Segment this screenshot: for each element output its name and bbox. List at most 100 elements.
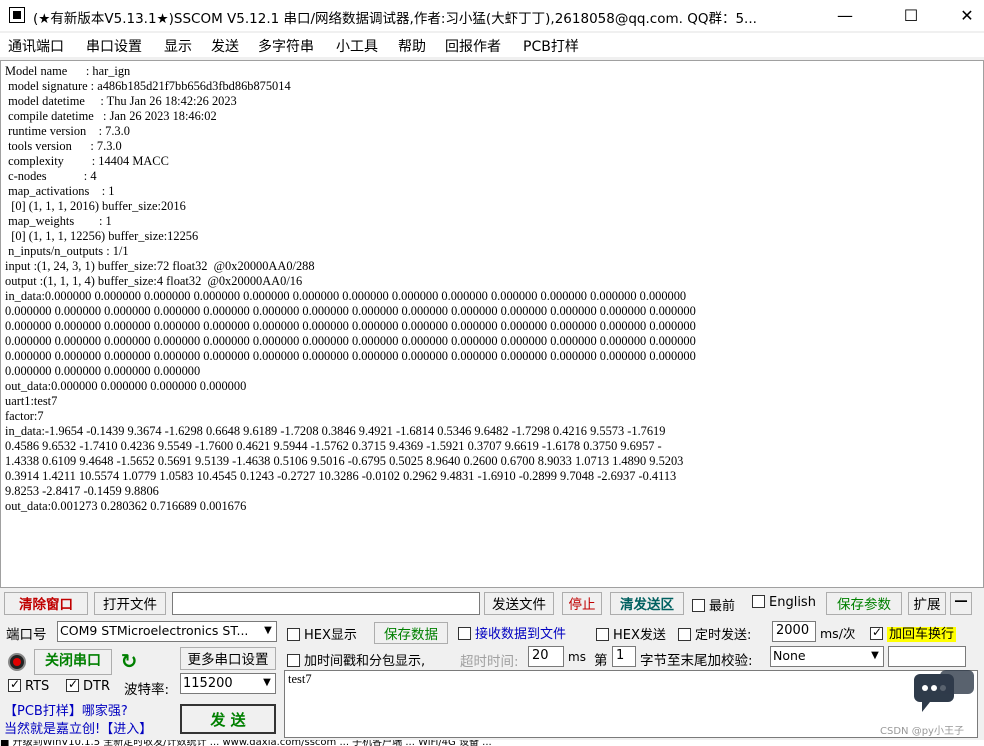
maximize-button[interactable]: ☐ (888, 0, 934, 31)
chat-bubble-icon (914, 670, 974, 712)
recv-to-file-label: 接收数据到文件 (475, 627, 567, 642)
clear-window-button[interactable]: 清除窗口 (4, 592, 88, 615)
timeout-input[interactable]: 20 (528, 646, 564, 667)
save-params-button[interactable]: 保存参数 (826, 592, 902, 615)
baud-select[interactable]: 115200 ▼ (180, 673, 276, 694)
interval-input[interactable]: 2000 (772, 621, 816, 642)
menu-send[interactable]: 发送 (211, 36, 239, 56)
recv-to-file-checkbox[interactable]: 接收数据到文件 (458, 623, 566, 645)
append-crlf-label: 加回车换行 (887, 627, 957, 642)
append-crlf-checkbox[interactable]: 加回车换行 (870, 623, 957, 645)
ad-line-1-text: 【PCB打样】哪家强? (4, 704, 128, 719)
checksum-value: None (773, 648, 806, 663)
baud-label: 波特率: (124, 682, 170, 698)
chevron-down-icon: ▼ (867, 647, 883, 666)
dtr-label: DTR (83, 679, 110, 694)
ad-line-1[interactable]: 【PCB打样】哪家强? (4, 700, 128, 719)
refresh-icon[interactable]: ↻ (118, 650, 140, 672)
rts-check-icon (8, 677, 21, 692)
hex-send-checkbox[interactable]: HEX发送 (596, 624, 666, 646)
menu-serial-settings[interactable]: 串口设置 (86, 36, 142, 56)
ad-line-2[interactable]: 当然就是嘉立创!【进入】 (4, 718, 152, 737)
append-crlf-check-icon (870, 625, 883, 640)
chevron-down-icon: ▼ (259, 674, 275, 693)
rts-checkbox[interactable]: RTS (8, 677, 50, 701)
watermark: CSDN @py小王子 (880, 726, 964, 737)
timestamp-label: 加时间戳和分包显示, (304, 654, 426, 669)
send-button-label: 发 送 (210, 711, 246, 729)
hex-display-check-icon (287, 628, 300, 641)
timeout-label: 超时时间: (460, 654, 519, 670)
menu-tools[interactable]: 小工具 (336, 36, 378, 56)
byte-prefix-label: 第 (594, 653, 608, 669)
frontmost-label: 最前 (709, 599, 736, 614)
more-settings-label: 更多串口设置 (187, 652, 269, 668)
menu-help[interactable]: 帮助 (398, 36, 426, 56)
timestamp-check-icon (287, 654, 300, 667)
port-select[interactable]: COM9 STMicroelectronics ST... ▼ (57, 621, 277, 642)
stop-label: 停止 (568, 597, 596, 613)
save-data-label: 保存数据 (384, 627, 438, 643)
timed-send-checkbox[interactable]: 定时发送: (678, 624, 751, 646)
timeout-unit: ms (568, 650, 586, 664)
recv-to-file-check-icon (458, 627, 471, 640)
baud-value: 115200 (183, 676, 233, 691)
interval-unit: ms/次 (820, 626, 856, 641)
menu-pcb[interactable]: PCB打样 (523, 36, 579, 56)
english-check-icon (752, 595, 765, 608)
menu-multi-string[interactable]: 多字符串 (258, 36, 314, 56)
collapse-button[interactable]: — (950, 592, 972, 615)
clear-window-label: 清除窗口 (19, 597, 73, 613)
english-label: English (769, 595, 816, 610)
menu-display[interactable]: 显示 (164, 36, 192, 56)
minimize-button[interactable]: — (822, 0, 868, 31)
port-label: 端口号 (6, 627, 47, 643)
app-icon (9, 7, 25, 23)
frontmost-check-icon (692, 599, 705, 612)
port-value: COM9 STMicroelectronics ST... (60, 623, 249, 638)
close-port-button[interactable]: 关闭串口 (34, 649, 112, 675)
bottom-status-strip: ■ 升级到WinV10.1.5 全新定时收发/计数统计 ... www.daxi… (0, 740, 984, 746)
status-led-icon (8, 653, 26, 671)
save-data-button[interactable]: 保存数据 (374, 622, 448, 644)
send-text-input[interactable]: test7 (284, 670, 978, 738)
chevron-down-icon: ▼ (260, 622, 276, 641)
title-bar: (★有新版本V5.13.1★)SSCOM V5.12.1 串口/网络数据调试器,… (0, 0, 984, 31)
more-settings-button[interactable]: 更多串口设置 (180, 647, 276, 670)
hex-send-check-icon (596, 628, 609, 641)
ad-line-2-text: 当然就是嘉立创!【进入】 (4, 722, 153, 737)
send-file-button[interactable]: 发送文件 (484, 592, 554, 615)
open-file-button[interactable]: 打开文件 (94, 592, 166, 615)
receive-area[interactable]: Model name : har_ign model signature : a… (0, 60, 984, 588)
expand-label: 扩展 (913, 597, 941, 613)
timed-send-label: 定时发送: (695, 628, 752, 643)
byte-suffix-label: 字节至末尾加校验: (640, 653, 753, 669)
send-text-value: test7 (288, 672, 312, 686)
checksum-extra-input[interactable] (888, 646, 966, 667)
expand-button[interactable]: 扩展 (908, 592, 946, 615)
menu-report-author[interactable]: 回报作者 (445, 36, 501, 56)
close-button[interactable]: ✕ (944, 0, 984, 31)
send-file-label: 发送文件 (492, 597, 546, 613)
dtr-checkbox[interactable]: DTR (66, 677, 110, 701)
byte-index-input[interactable]: 1 (612, 646, 636, 667)
menu-port[interactable]: 通讯端口 (8, 36, 64, 56)
checksum-select[interactable]: None ▼ (770, 646, 884, 667)
timestamp-checkbox[interactable]: 加时间戳和分包显示, (287, 650, 425, 672)
close-port-label: 关闭串口 (45, 653, 101, 669)
rts-label: RTS (25, 679, 50, 694)
send-button[interactable]: 发 送 (180, 704, 276, 734)
timed-send-check-icon (678, 628, 691, 641)
stop-button[interactable]: 停止 (562, 592, 602, 615)
clear-send-button[interactable]: 清发送区 (610, 592, 684, 615)
receive-text: Model name : har_ign model signature : a… (5, 64, 696, 513)
hex-display-label: HEX显示 (304, 628, 357, 643)
hex-display-checkbox[interactable]: HEX显示 (287, 624, 357, 646)
menu-bar: 通讯端口 串口设置 显示 发送 多字符串 小工具 帮助 回报作者 PCB打样 (0, 33, 984, 57)
file-path-input[interactable] (172, 592, 480, 615)
save-params-label: 保存参数 (837, 597, 891, 613)
hex-send-label: HEX发送 (613, 628, 666, 643)
english-checkbox[interactable]: English (752, 595, 816, 617)
frontmost-checkbox[interactable]: 最前 (692, 595, 735, 617)
window-title: (★有新版本V5.13.1★)SSCOM V5.12.1 串口/网络数据调试器,… (33, 11, 757, 27)
